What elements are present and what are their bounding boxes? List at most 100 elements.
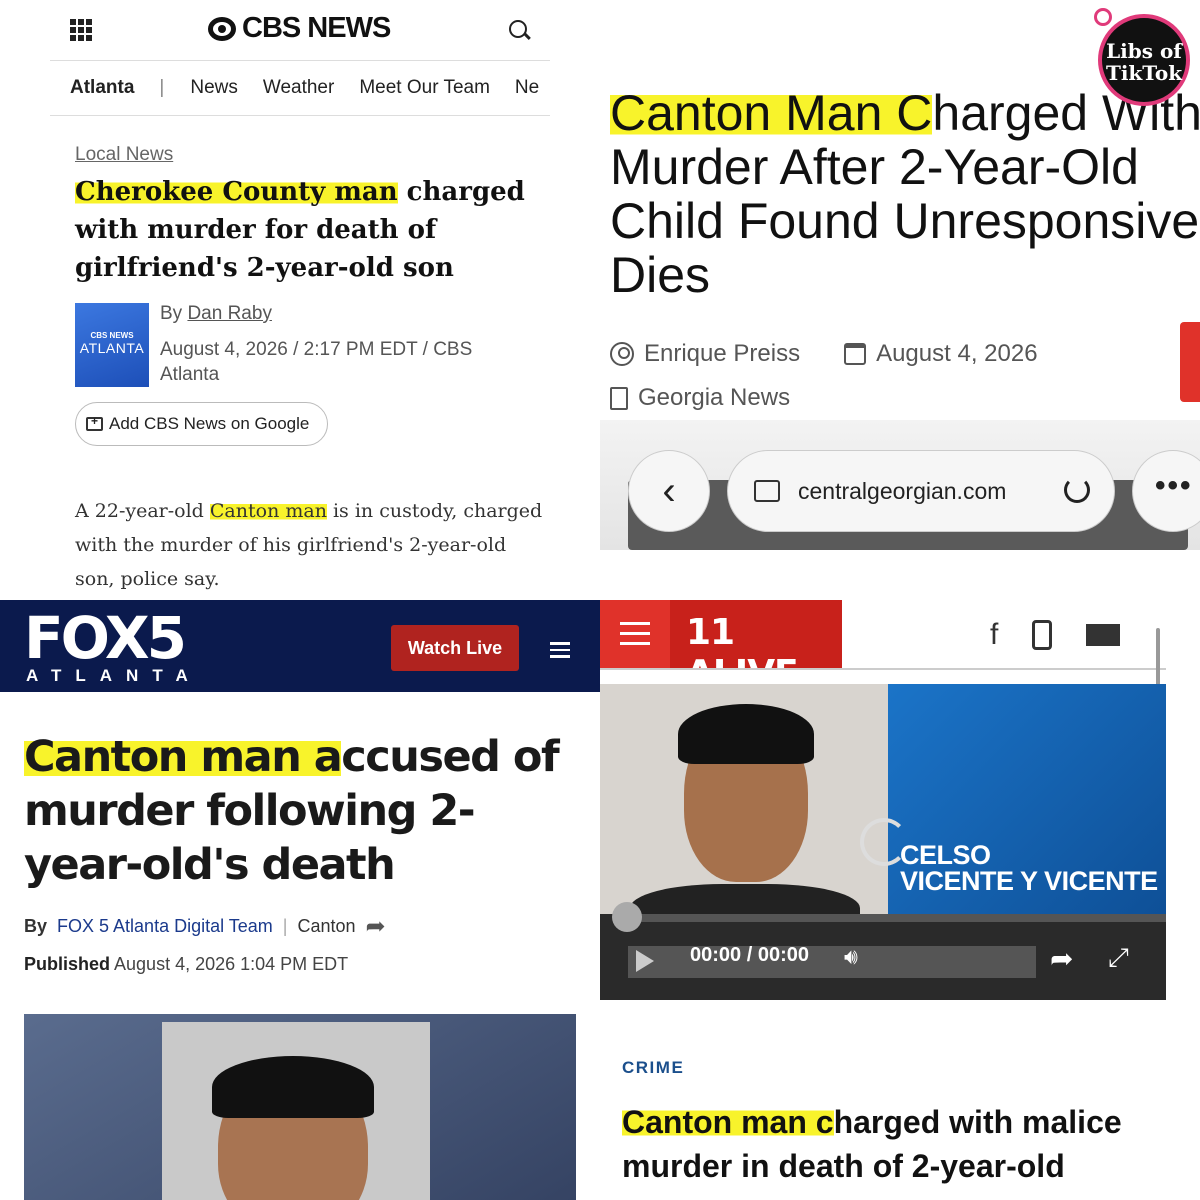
author-link[interactable]: FOX 5 Atlanta Digital Team [57, 916, 273, 937]
nav-separator: | [159, 77, 165, 98]
watch-live-button[interactable]: Watch Live [391, 625, 519, 671]
apps-grid-icon[interactable] [70, 19, 92, 41]
cbs-eye-icon [208, 16, 236, 41]
published-date: August 4, 2026 1:04 PM EDT [114, 954, 349, 974]
more-icon: ••• [1155, 469, 1193, 502]
dateline: August 4, 2026 / 2:17 PM EDT / CBS Atlan… [160, 339, 473, 385]
phone-icon[interactable] [1032, 620, 1053, 650]
published-label: Published [24, 954, 111, 974]
headline-line-2: Murder After 2-Year-Old [610, 139, 1139, 195]
nav-item-weather[interactable]: Weather [263, 77, 334, 99]
thumb-city: ATLANTA [79, 340, 145, 356]
side-tab[interactable] [1180, 322, 1200, 402]
11alive-header: 11 ALIVE [600, 600, 842, 694]
header-divider [600, 668, 1166, 670]
add-on-google-button[interactable]: Add CBS News on Google [75, 402, 328, 446]
hamburger-menu-icon[interactable] [550, 642, 570, 662]
thumb-brand: CBS NEWS [90, 331, 134, 340]
category-meta: Georgia News [610, 384, 790, 412]
video-player[interactable]: CELSO VICENTE Y VICENTE 00:00 / 00:00 🔊︎… [600, 684, 1166, 1000]
hair-shape [212, 1056, 374, 1118]
mugshot-photo [162, 1022, 430, 1200]
share-icon[interactable]: ➦ [366, 912, 386, 941]
lede-highlight: Canton man [209, 500, 327, 522]
category-link[interactable]: Georgia News [638, 384, 790, 412]
article-lede: A 22-year-old Canton man is in custody, … [75, 494, 545, 596]
suspect-name: CELSO VICENTE Y VICENTE [900, 840, 1158, 896]
video-controls: 00:00 / 00:00 🔊︎ ➦ ⤢ [600, 902, 1166, 1000]
watermark-line-2: TikTok [1105, 61, 1183, 85]
address-bar[interactable]: centralgeorgian.com [727, 450, 1115, 532]
publish-date: August 4, 2026 [876, 340, 1038, 367]
page-menu-icon[interactable] [754, 480, 780, 502]
suspect-name-line-1: CELSO [900, 840, 991, 870]
by-label: By [24, 916, 48, 936]
mugshot-photo [600, 684, 888, 944]
progress-bar[interactable] [612, 902, 1166, 932]
11alive-logo[interactable]: 11 ALIVE [670, 600, 842, 694]
byline: By FOX 5 Atlanta Digital Team | Canton ➦ [24, 912, 386, 941]
byline: By Dan Raby [160, 303, 272, 325]
time-display: 00:00 / 00:00 [690, 944, 809, 966]
volume-icon[interactable]: 🔊︎ [844, 944, 858, 970]
document-icon [610, 386, 628, 410]
facebook-icon[interactable]: f [990, 618, 998, 652]
fox5-city: ATLANTA [26, 666, 202, 685]
article-headline: Canton man accused of murder following 2… [24, 730, 584, 892]
cbs-header: CBS NEWS [50, 0, 550, 60]
chevron-left-icon: ‹ [662, 468, 676, 513]
refresh-icon[interactable] [1064, 477, 1090, 503]
headline-line-1: Canton Man Charged With [610, 85, 1200, 141]
cbs-news-panel: CBS NEWS Atlanta | News Weather Meet Our… [0, 0, 600, 600]
hamburger-menu-icon[interactable] [620, 622, 650, 652]
article-image[interactable] [24, 1014, 576, 1200]
mail-icon[interactable] [1086, 624, 1121, 646]
author-meta: Enrique Preiss August 4, 2026 [610, 340, 1038, 368]
search-icon[interactable] [509, 20, 527, 38]
author-link[interactable]: Dan Raby [187, 303, 272, 324]
article-headline: Canton Man Charged With Murder After 2-Y… [610, 85, 1200, 303]
headline-line-3: Child Found Unresponsive [610, 193, 1200, 249]
play-icon[interactable] [636, 950, 654, 972]
cbs-brand-text: CBS NEWS [242, 12, 391, 44]
suspect-name-line-2: VICENTE Y VICENTE [900, 866, 1158, 896]
calendar-icon [844, 343, 867, 365]
fullscreen-icon[interactable]: ⤢ [1108, 942, 1129, 974]
hair-shape [678, 704, 814, 764]
scrub-handle[interactable] [612, 902, 642, 932]
share-icon[interactable]: ➦ [1050, 942, 1073, 975]
headline-line-4: Dies [610, 247, 711, 303]
by-prefix: By [160, 303, 188, 324]
gender-symbol-icon [1094, 8, 1112, 26]
fox5-header: FOX5 ATLANTA Watch Live [0, 600, 600, 692]
category-label[interactable]: CRIME [622, 1058, 684, 1078]
headline-highlight: Canton man c [622, 1104, 834, 1140]
central-georgian-panel: Canton Man Charged With Murder After 2-Y… [600, 0, 1200, 550]
article-headline: Cherokee County man charged with murder … [75, 173, 525, 287]
lede-text: A 22-year-old [75, 500, 210, 522]
byline-separator: | [282, 916, 288, 936]
headline-highlight: Canton man a [24, 732, 343, 782]
social-icons: f [990, 618, 1121, 652]
back-button[interactable]: ‹ [628, 450, 710, 532]
url-text: centralgeorgian.com [798, 477, 1007, 504]
nav-item-news[interactable]: News [190, 77, 238, 99]
google-button-label: Add CBS News on Google [109, 414, 310, 433]
section-link[interactable]: Local News [75, 144, 173, 166]
nav-item-meet-our-team[interactable]: Meet Our Team [359, 77, 490, 99]
location: Canton [297, 916, 356, 936]
nav-item-truncated[interactable]: Ne [515, 77, 539, 99]
watermark-line-1: Libs of [1106, 39, 1182, 63]
article-headline: Canton man charged with malice murder in… [622, 1100, 1182, 1188]
cbs-logo[interactable]: CBS NEWS [208, 12, 391, 45]
headline-highlight: Canton Man C [610, 85, 933, 141]
11alive-panel: 11 ALIVE f CELSO VICENTE Y VICENTE 00:00… [600, 600, 1200, 1200]
nav-item-atlanta[interactable]: Atlanta [70, 77, 134, 99]
published-line: Published August 4, 2026 1:04 PM EDT [24, 954, 348, 975]
libs-of-tiktok-watermark: Libs of TikTok [1098, 14, 1190, 106]
fox5-logo[interactable]: FOX5 [24, 609, 187, 667]
headline-highlight: Cherokee County man [75, 177, 398, 207]
add-source-icon [86, 414, 103, 431]
author-name[interactable]: Enrique Preiss [644, 340, 800, 368]
browser-toolbar: ‹ centralgeorgian.com ••• [600, 420, 1200, 550]
